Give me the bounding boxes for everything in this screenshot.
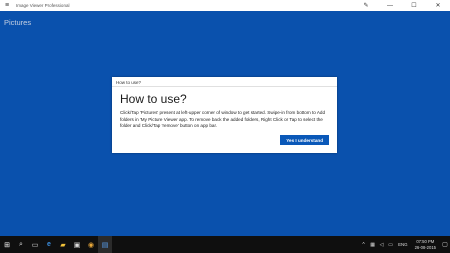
clock[interactable]: 07:50 PM 26-08-2015 <box>411 239 440 250</box>
how-to-use-dialog: How to use? How to use? Click/Tap 'Pictu… <box>112 77 337 153</box>
close-button[interactable]: ✕ <box>426 0 450 11</box>
maximize-button[interactable]: ☐ <box>402 0 426 11</box>
chevron-up-icon[interactable]: ^ <box>359 236 368 253</box>
chrome-icon[interactable]: ◉ <box>84 236 98 253</box>
hamburger-icon[interactable]: ≡ <box>0 0 14 11</box>
volume-icon[interactable]: ◁ <box>377 236 386 253</box>
clock-date: 26-08-2015 <box>414 244 436 250</box>
window-title: Image Viewer Professional <box>16 3 70 8</box>
notification-icon[interactable]: ▢ <box>440 236 450 253</box>
network-icon[interactable]: ▦ <box>368 236 377 253</box>
file-explorer-icon[interactable]: ▰ <box>56 236 70 253</box>
edge-icon[interactable]: e <box>42 236 56 253</box>
task-view-icon[interactable]: ▭ <box>28 236 42 253</box>
pen-icon[interactable]: ✎ <box>354 0 378 11</box>
taskbar: ⊞ ⌕ ▭ e ▰ ▣ ◉ ▤ ^ ▦ ◁ ▭ ENG 07:50 PM 26-… <box>0 236 450 253</box>
understand-button[interactable]: Yes I understand <box>280 135 329 145</box>
image-viewer-app-icon[interactable]: ▤ <box>98 236 112 253</box>
title-bar: ≡ Image Viewer Professional ✎ — ☐ ✕ <box>0 0 450 11</box>
dialog-caption: How to use? <box>112 77 337 87</box>
store-icon[interactable]: ▣ <box>70 236 84 253</box>
dialog-body-text: Click/Tap 'Pictures' present at left-upp… <box>120 110 325 129</box>
start-icon[interactable]: ⊞ <box>0 236 14 253</box>
search-icon[interactable]: ⌕ <box>14 236 28 253</box>
system-tray: ^ ▦ ◁ ▭ ENG 07:50 PM 26-08-2015 ▢ <box>359 236 450 253</box>
dialog-heading: How to use? <box>120 92 187 106</box>
battery-icon[interactable]: ▭ <box>386 236 395 253</box>
minimize-button[interactable]: — <box>378 0 402 11</box>
language-indicator[interactable]: ENG <box>395 242 411 247</box>
